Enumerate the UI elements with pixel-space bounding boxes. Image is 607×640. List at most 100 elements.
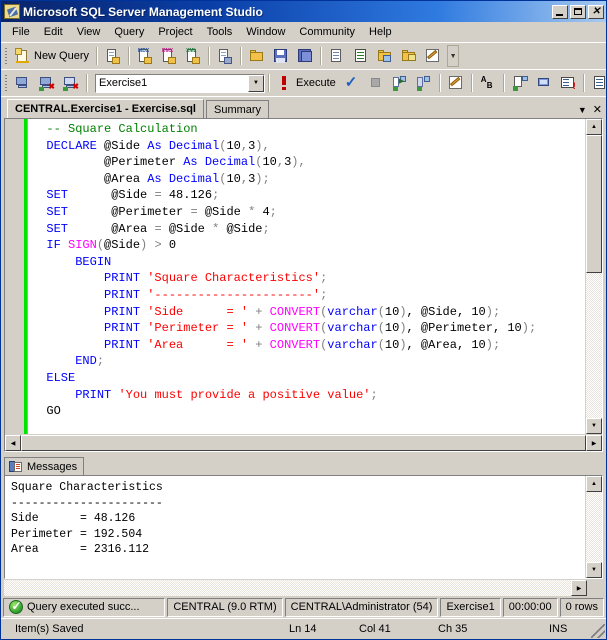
code-line: BEGIN bbox=[75, 254, 112, 269]
menu-view[interactable]: View bbox=[70, 24, 108, 40]
window-controls: ✕ bbox=[552, 4, 604, 19]
close-button[interactable]: ✕ bbox=[588, 4, 604, 19]
design-query-in-editor-button[interactable] bbox=[444, 72, 468, 94]
minimize-button[interactable] bbox=[552, 4, 568, 19]
ssms-icon bbox=[4, 4, 20, 19]
query-status-bar: Query executed succ... CENTRAL (9.0 RTM)… bbox=[1, 596, 606, 618]
open-file-button[interactable] bbox=[245, 45, 269, 67]
save-all-button[interactable] bbox=[293, 45, 317, 67]
messages-vertical-scrollbar[interactable]: ▲ ▼ bbox=[585, 476, 602, 578]
toolbar-grip[interactable] bbox=[4, 74, 8, 92]
scroll-up-button[interactable]: ▲ bbox=[586, 119, 602, 135]
tab-messages[interactable]: Messages bbox=[4, 457, 85, 475]
toolbar-grip[interactable] bbox=[4, 47, 8, 65]
disconnect-icon: ✖ bbox=[39, 75, 55, 91]
status-elapsed-time: 00:00:00 bbox=[502, 597, 558, 617]
include-actual-execution-plan-button[interactable] bbox=[412, 72, 436, 94]
registered-servers-button[interactable] bbox=[349, 45, 373, 67]
maximize-button[interactable] bbox=[570, 4, 586, 19]
new-compact-query-button[interactable] bbox=[213, 45, 237, 67]
new-query-label: New Query bbox=[34, 50, 90, 62]
connect-button[interactable] bbox=[11, 72, 35, 94]
tab-central-exercise1-sql[interactable]: CENTRAL.Exercise1 - Exercise.sql bbox=[7, 99, 204, 118]
tab-summary[interactable]: Summary bbox=[205, 100, 270, 118]
vertical-scroll-thumb[interactable] bbox=[586, 135, 602, 273]
results-to-file-button[interactable] bbox=[588, 72, 607, 94]
new-database-engine-query-button[interactable] bbox=[101, 45, 125, 67]
horizontal-scroll-track[interactable] bbox=[4, 580, 571, 596]
scroll-left-button[interactable]: ◀ bbox=[5, 435, 21, 451]
chevron-down-icon[interactable]: ▼ bbox=[578, 105, 587, 115]
editor-gutter[interactable] bbox=[5, 119, 28, 434]
scroll-right-button[interactable]: ▶ bbox=[571, 580, 587, 596]
menu-edit[interactable]: Edit bbox=[37, 24, 70, 40]
messages-horizontal-scrollbar[interactable]: ▶ bbox=[4, 579, 603, 596]
menu-project[interactable]: Project bbox=[151, 24, 199, 40]
scrollbar-corner bbox=[587, 580, 603, 596]
editor-horizontal-scrollbar[interactable]: ◀ ▶ bbox=[5, 434, 602, 451]
vertical-scroll-track[interactable] bbox=[586, 492, 602, 562]
results-to-grid-button[interactable] bbox=[532, 72, 556, 94]
change-connection-button[interactable]: ✖ bbox=[59, 72, 83, 94]
solution-explorer-icon bbox=[425, 48, 441, 64]
toolbar-separator bbox=[86, 74, 88, 92]
messages-output-text[interactable]: Square Characteristics -----------------… bbox=[5, 476, 585, 578]
new-mdx-query-button[interactable]: MDX bbox=[133, 45, 157, 67]
specify-template-values-button[interactable] bbox=[476, 72, 500, 94]
code-line: IF SIGN(@Side) > 0 bbox=[46, 238, 177, 253]
new-query-icon bbox=[15, 48, 31, 64]
toolbar-separator bbox=[128, 47, 131, 65]
available-databases-combo[interactable]: Exercise1 bbox=[95, 73, 265, 93]
code-line: PRINT 'Perimeter = ' + CONVERT(varchar(1… bbox=[104, 321, 537, 336]
new-query-button[interactable]: New Query bbox=[11, 45, 93, 67]
display-estimated-execution-plan-button[interactable]: ▶ bbox=[388, 72, 412, 94]
status-character-number: Ch 35 bbox=[438, 623, 468, 635]
copy-icon bbox=[329, 48, 345, 64]
include-client-statistics-button[interactable] bbox=[508, 72, 532, 94]
editor-vertical-scrollbar[interactable]: ▲ ▼ bbox=[585, 119, 602, 434]
menu-query[interactable]: Query bbox=[107, 24, 151, 40]
results-to-text-button[interactable]: ! bbox=[556, 72, 580, 94]
save-all-icon bbox=[297, 48, 313, 64]
parse-button[interactable] bbox=[340, 72, 364, 94]
menu-community[interactable]: Community bbox=[292, 24, 362, 40]
execute-button[interactable]: Execute bbox=[273, 72, 340, 94]
chevron-down-icon[interactable] bbox=[248, 74, 264, 92]
document-tab-strip: CENTRAL.Exercise1 - Exercise.sql Summary… bbox=[1, 96, 606, 118]
menu-file[interactable]: File bbox=[5, 24, 37, 40]
copy-button[interactable] bbox=[325, 45, 349, 67]
close-icon[interactable]: ✕ bbox=[593, 103, 602, 116]
page-compact-icon bbox=[217, 48, 233, 64]
change-indicator-bar bbox=[24, 119, 27, 434]
sql-editor-toolbar: ✖ ✖ Exercise1 Execute ▶ bbox=[1, 69, 606, 96]
new-xmla-query-button[interactable]: XML bbox=[181, 45, 205, 67]
execute-label: Execute bbox=[296, 77, 336, 89]
horizontal-scroll-thumb[interactable] bbox=[21, 435, 586, 451]
actual-execution-plan-icon bbox=[416, 75, 432, 91]
registered-servers-icon bbox=[353, 48, 369, 64]
editor-status-bar: Item(s) Saved Ln 14 Col 41 Ch 35 INS bbox=[1, 618, 606, 639]
new-dmx-query-button[interactable]: DMX bbox=[157, 45, 181, 67]
solution-explorer-button[interactable] bbox=[421, 45, 445, 67]
menu-help[interactable]: Help bbox=[362, 24, 399, 40]
scroll-down-button[interactable]: ▼ bbox=[586, 562, 602, 578]
scroll-right-button[interactable]: ▶ bbox=[586, 435, 602, 451]
open-folder-icon bbox=[249, 48, 265, 64]
save-button[interactable] bbox=[269, 45, 293, 67]
standard-toolbar-overflow-button[interactable] bbox=[447, 45, 460, 67]
scroll-down-button[interactable]: ▼ bbox=[586, 418, 602, 434]
vertical-scroll-track[interactable] bbox=[586, 273, 602, 418]
object-explorer-button[interactable] bbox=[373, 45, 397, 67]
ssms-window: Microsoft SQL Server Management Studio ✕… bbox=[0, 0, 607, 640]
menu-tools[interactable]: Tools bbox=[200, 24, 240, 40]
code-line: GO bbox=[32, 404, 61, 419]
toolbar-separator bbox=[268, 74, 270, 92]
template-explorer-button[interactable] bbox=[397, 45, 421, 67]
resize-grip-icon[interactable] bbox=[591, 624, 605, 638]
disconnect-button[interactable]: ✖ bbox=[35, 72, 59, 94]
menu-window[interactable]: Window bbox=[239, 24, 292, 40]
scroll-up-button[interactable]: ▲ bbox=[586, 476, 602, 492]
sql-code-text[interactable]: -- Square Calculation DECLARE @Side As D… bbox=[28, 119, 585, 434]
available-databases-value[interactable]: Exercise1 bbox=[96, 77, 248, 89]
code-line: ELSE bbox=[46, 370, 76, 385]
